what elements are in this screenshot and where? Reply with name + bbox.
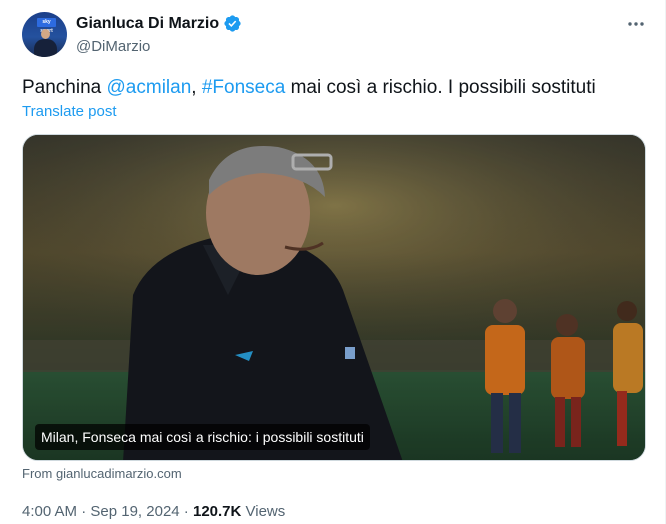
tweet-meta: 4:00 AM · Sep 19, 2024 · 120.7K Views [22,503,285,520]
card-source-link[interactable]: From gianlucadimarzio.com [22,466,182,481]
verified-badge-icon [224,15,241,32]
avatar-badge: sky sport [37,18,56,34]
tweet-date[interactable]: Sep 19, 2024 [90,503,179,520]
avatar[interactable]: sky sport [22,12,67,57]
avatar-person-body [34,39,57,57]
tweet-text-prefix: Panchina [22,77,107,98]
tweet-time[interactable]: 4:00 AM [22,503,77,520]
image-vignette [23,135,645,460]
tweet-text: Panchina @acmilan, #Fonseca mai così a r… [22,76,596,100]
views-label: Views [241,503,286,520]
avatar-person-head [41,29,50,39]
meta-separator: · [179,503,193,520]
tweet-container: sky sport Gianluca Di Marzio @DiMarzio P… [0,0,666,524]
display-name[interactable]: Gianluca Di Marzio [76,15,219,33]
mention-link[interactable]: @acmilan [107,77,192,98]
tweet-text-suffix: mai così a rischio. I possibili sostitut… [285,77,596,98]
meta-separator: · [77,503,91,520]
tweet-text-separator: , [191,77,202,98]
link-card[interactable]: Milan, Fonseca mai così a rischio: i pos… [22,134,646,461]
card-image [23,135,645,460]
views-count: 120.7K [192,503,242,520]
hashtag-link[interactable]: #Fonseca [202,77,285,98]
author-name-row: Gianluca Di Marzio [76,14,242,33]
translate-post-link[interactable]: Translate post [22,103,117,120]
author-handle[interactable]: @DiMarzio [76,38,150,55]
card-caption: Milan, Fonseca mai così a rischio: i pos… [35,424,370,450]
more-horizontal-icon[interactable] [626,16,646,32]
